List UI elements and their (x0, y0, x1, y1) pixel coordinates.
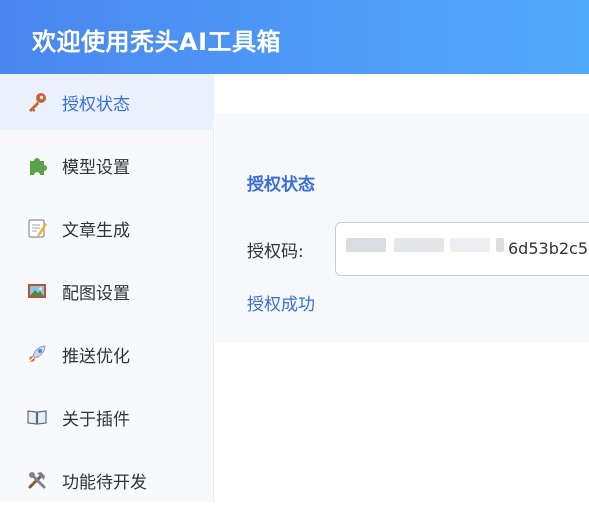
license-code-value: 6d53b2c5 (508, 239, 589, 258)
main-content: 授权状态 授权码: 6d53b2c5 授权成功 (215, 74, 589, 502)
sidebar-item-article-generation[interactable]: 文章生成 (0, 200, 214, 256)
sidebar-item-label: 功能待开发 (62, 472, 147, 493)
redacted-block (450, 238, 490, 252)
license-code-input[interactable]: 6d53b2c5 (335, 222, 589, 276)
sidebar-item-image-settings[interactable]: 配图设置 (0, 263, 214, 319)
sidebar-item-license-status[interactable]: 授权状态 (0, 74, 214, 130)
sidebar-item-push-optimization[interactable]: 推送优化 (0, 326, 214, 382)
app-header: 欢迎使用秃头AI工具箱 (0, 0, 589, 74)
license-code-label: 授权码: (247, 242, 304, 262)
book-icon (26, 406, 48, 428)
license-card: 授权状态 授权码: 6d53b2c5 授权成功 (215, 114, 589, 342)
sidebar-item-label: 关于插件 (62, 409, 130, 430)
sidebar-item-label: 推送优化 (62, 346, 130, 367)
picture-icon (26, 280, 48, 302)
tools-icon (26, 469, 48, 491)
sidebar-item-coming-soon[interactable]: 功能待开发 (0, 452, 214, 508)
sidebar-item-label: 授权状态 (62, 94, 130, 115)
license-status-text: 授权成功 (247, 295, 315, 315)
sidebar-item-model-settings[interactable]: 模型设置 (0, 137, 214, 193)
app-title: 欢迎使用秃头AI工具箱 (32, 28, 282, 56)
puzzle-icon (26, 154, 48, 176)
redacted-block (496, 238, 504, 252)
sidebar-item-about-plugin[interactable]: 关于插件 (0, 389, 214, 445)
redacted-block (394, 238, 444, 252)
memo-icon (26, 217, 48, 239)
redacted-block (346, 238, 386, 252)
rocket-icon (26, 343, 48, 365)
card-title: 授权状态 (247, 175, 315, 195)
sidebar-item-label: 配图设置 (62, 283, 130, 304)
sidebar: 授权状态 模型设置 文章生成 配图设置 推送优化 关于插件 功能待开发 (0, 74, 214, 502)
sidebar-item-label: 文章生成 (62, 220, 130, 241)
sidebar-item-label: 模型设置 (62, 157, 130, 178)
key-icon (26, 91, 48, 113)
